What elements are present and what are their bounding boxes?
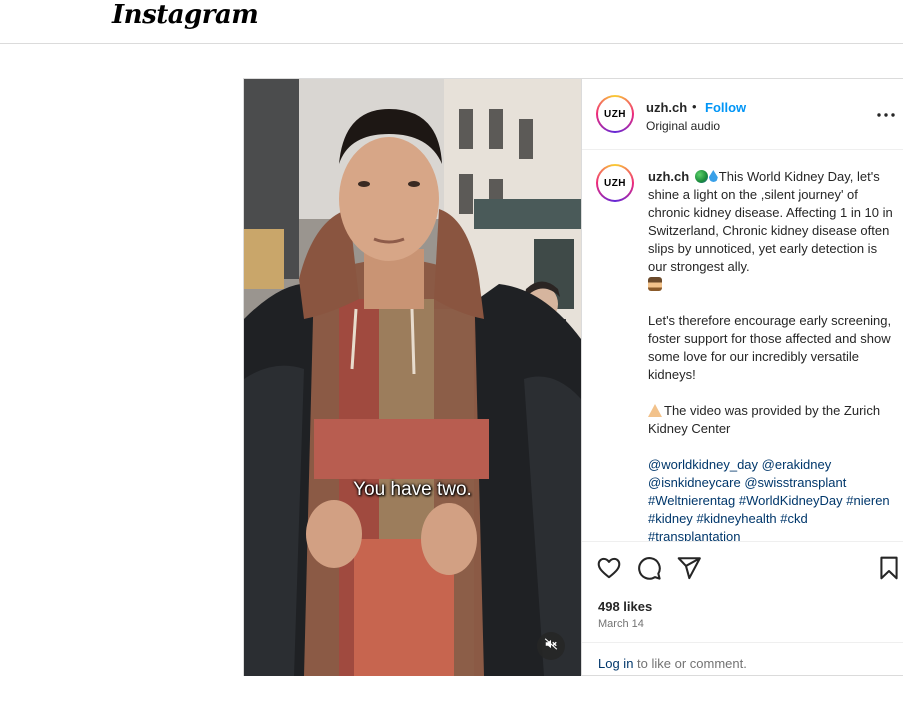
more-options-button[interactable] — [874, 103, 898, 127]
login-link[interactable]: Log in — [598, 656, 633, 671]
video-subtitle: You have two. — [353, 479, 472, 500]
mention-link[interactable]: @swisstransplant — [744, 475, 846, 490]
hashtag-link[interactable]: #nieren — [846, 493, 889, 508]
hashtag-link[interactable]: #Weltnierentag — [648, 493, 735, 508]
mention-link[interactable]: @erakidney — [762, 457, 832, 472]
avatar-text: UZH — [598, 97, 632, 131]
caption-username[interactable]: uzh.ch — [648, 169, 689, 184]
mention-link[interactable]: @isnkidneycare — [648, 475, 741, 490]
caption-avatar-text: UZH — [598, 166, 632, 200]
header-username[interactable]: uzh.ch — [646, 100, 687, 115]
hashtag-link[interactable]: #WorldKidneyDay — [739, 493, 843, 508]
droplet-icon — [708, 170, 718, 182]
save-button[interactable] — [876, 555, 902, 581]
caption-paragraph-2: Let's therefore encourage early screenin… — [648, 313, 892, 382]
folded-hands-icon — [648, 404, 662, 417]
hashtag-link[interactable]: #kidneyhealth — [696, 511, 776, 526]
globe-icon — [694, 170, 708, 183]
more-options-icon — [874, 113, 898, 131]
post-date[interactable]: March 14 — [598, 618, 644, 630]
mute-toggle-button[interactable] — [537, 632, 565, 660]
follow-button[interactable]: Follow — [705, 100, 746, 115]
login-suffix: to like or comment. — [633, 656, 747, 671]
comment-button[interactable] — [636, 555, 662, 581]
post-header: UZH uzh.ch • Follow Original audio — [582, 79, 903, 150]
post-container: You have two. UZH uzh.ch • Follow Origin… — [243, 78, 903, 676]
post-actions: 498 likes March 14 Log in to like or com… — [582, 541, 903, 676]
bookmark-icon — [876, 556, 902, 585]
comment-icon — [636, 557, 662, 585]
login-prompt: Log in to like or comment. — [582, 642, 903, 677]
post-side-panel: UZH uzh.ch • Follow Original audio UZH u… — [581, 79, 903, 676]
hashtag-link[interactable]: #transplantation — [648, 529, 741, 541]
hashtag-link[interactable]: #ckd — [780, 511, 807, 526]
detective-icon — [648, 277, 662, 291]
share-icon — [676, 557, 702, 585]
caption-area: UZH uzh.ch This World Kidney Day, let's … — [582, 151, 903, 541]
share-button[interactable] — [676, 555, 702, 581]
header-separator: • — [692, 99, 697, 114]
caption-paragraph-1: This World Kidney Day, let's shine a lig… — [648, 169, 893, 274]
caption-text: uzh.ch This World Kidney Day, let's shin… — [648, 168, 898, 541]
heart-icon — [596, 557, 622, 585]
likes-count[interactable]: 498 likes — [598, 599, 652, 614]
mention-link[interactable]: @worldkidney_day — [648, 457, 758, 472]
speaker-muted-icon — [544, 637, 558, 656]
caption-avatar[interactable]: UZH — [596, 164, 634, 202]
hashtag-link[interactable]: #kidney — [648, 511, 693, 526]
instagram-logo[interactable]: Instagram — [112, 0, 259, 30]
avatar[interactable]: UZH — [596, 95, 634, 133]
video-frame — [244, 79, 581, 676]
caption-paragraph-3: The video was provided by the Zurich Kid… — [648, 403, 881, 436]
video-player[interactable]: You have two. — [244, 79, 581, 676]
top-navigation-bar: Instagram — [0, 0, 903, 44]
caption-tags: @worldkidney_day @erakidney @isnkidneyca… — [648, 456, 898, 541]
original-audio-link[interactable]: Original audio — [646, 119, 720, 133]
like-button[interactable] — [596, 555, 622, 581]
